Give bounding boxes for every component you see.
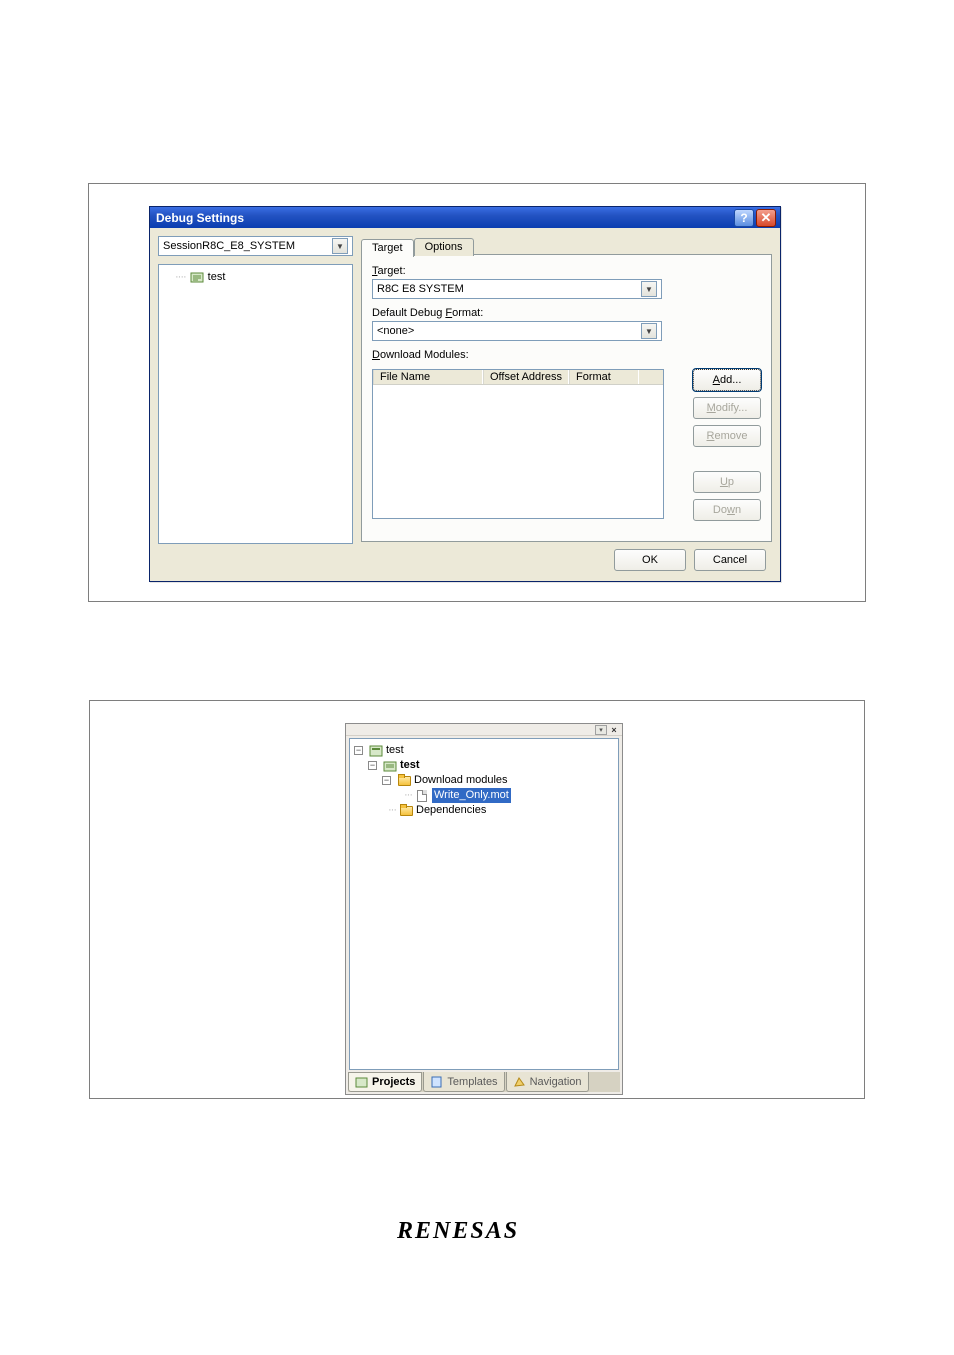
tab-projects[interactable]: Projects xyxy=(348,1072,422,1092)
dropdown-arrow-icon[interactable]: ▼ xyxy=(332,238,348,254)
workspace-icon xyxy=(369,745,383,757)
file-icon xyxy=(415,790,429,802)
target-label: Target: xyxy=(372,265,761,277)
folder-icon xyxy=(399,805,413,817)
workspace-tabs: Projects Templates Navigation xyxy=(348,1072,620,1092)
close-button[interactable]: ✕ xyxy=(756,209,776,227)
tree-download-modules[interactable]: − Download modules xyxy=(354,773,614,788)
tree-label: Download modules xyxy=(414,773,508,788)
tab-options[interactable]: Options xyxy=(414,238,474,256)
tab-target[interactable]: Target xyxy=(361,239,414,257)
modules-label: Download Modules: xyxy=(372,349,761,361)
tree-item-label: test xyxy=(208,271,226,283)
tab-templates[interactable]: Templates xyxy=(423,1072,504,1092)
tree-label: Write_Only.mot xyxy=(432,788,511,803)
workspace-tree[interactable]: − test − test − Download modules ··· xyxy=(349,738,619,1070)
dropdown-arrow-icon[interactable]: ▼ xyxy=(641,281,657,297)
modify-button[interactable]: Modify... xyxy=(693,397,761,419)
project-tree[interactable]: ···· test xyxy=(158,264,353,544)
ok-button[interactable]: OK xyxy=(614,549,686,571)
left-panel: SessionR8C_E8_SYSTEM ▼ ···· test xyxy=(158,236,353,544)
cancel-button[interactable]: Cancel xyxy=(694,549,766,571)
tree-workspace-root[interactable]: − test xyxy=(354,743,614,758)
add-button[interactable]: Add... xyxy=(693,369,761,391)
session-select-value: SessionR8C_E8_SYSTEM xyxy=(163,240,295,252)
project-icon xyxy=(383,760,397,772)
debug-settings-dialog: Debug Settings ? ✕ SessionR8C_E8_SYSTEM … xyxy=(149,206,781,582)
tree-project[interactable]: − test xyxy=(354,758,614,773)
dropdown-arrow-icon[interactable]: ▼ xyxy=(641,323,657,339)
workspace-figure: ▾ × − test − test − Download modules xyxy=(89,700,865,1099)
panel-header: ▾ × xyxy=(346,724,622,736)
tree-label: Dependencies xyxy=(416,803,486,818)
col-format[interactable]: Format xyxy=(569,370,639,384)
workspace-panel: ▾ × − test − test − Download modules xyxy=(345,723,623,1095)
window-title: Debug Settings xyxy=(156,211,732,225)
collapse-icon[interactable]: − xyxy=(382,776,391,785)
col-file-name[interactable]: File Name xyxy=(373,370,483,384)
collapse-icon[interactable]: − xyxy=(354,746,363,755)
target-tab-panel: Target: R8C E8 SYSTEM ▼ Default Debug Fo… xyxy=(361,254,772,542)
download-modules-table[interactable]: File Name Offset Address Format xyxy=(372,369,664,519)
projects-icon xyxy=(355,1076,368,1088)
tree-dependencies[interactable]: ··· Dependencies xyxy=(354,803,614,818)
panel-dropdown-icon[interactable]: ▾ xyxy=(595,725,607,735)
tree-label: test xyxy=(400,758,420,773)
tree-label: test xyxy=(386,743,404,758)
format-select[interactable]: <none> ▼ xyxy=(372,321,662,341)
session-select[interactable]: SessionR8C_E8_SYSTEM ▼ xyxy=(158,236,353,256)
col-offset[interactable]: Offset Address xyxy=(483,370,569,384)
folder-icon xyxy=(397,775,411,787)
panel-close-icon[interactable]: × xyxy=(608,725,620,735)
help-button[interactable]: ? xyxy=(734,209,754,227)
format-value: <none> xyxy=(377,325,414,337)
templates-icon xyxy=(430,1076,443,1088)
navigation-icon xyxy=(513,1076,526,1088)
format-label: Default Debug Format: xyxy=(372,307,761,319)
remove-button[interactable]: Remove xyxy=(693,425,761,447)
collapse-icon[interactable]: − xyxy=(368,761,377,770)
debug-settings-figure: Debug Settings ? ✕ SessionR8C_E8_SYSTEM … xyxy=(88,183,866,602)
renesas-logo: RENESAS xyxy=(397,1218,519,1245)
project-icon xyxy=(190,271,204,283)
target-select[interactable]: R8C E8 SYSTEM ▼ xyxy=(372,279,662,299)
target-value: R8C E8 SYSTEM xyxy=(377,283,464,295)
down-button[interactable]: Down xyxy=(693,499,761,521)
right-panel: Target Options Target: R8C E8 SYSTEM ▼ D… xyxy=(361,236,772,544)
tree-item-test[interactable]: ···· test xyxy=(163,271,348,283)
up-button[interactable]: Up xyxy=(693,471,761,493)
titlebar: Debug Settings ? ✕ xyxy=(150,207,780,228)
tab-navigation[interactable]: Navigation xyxy=(506,1072,589,1092)
tree-file-writeonly[interactable]: ··· Write_Only.mot xyxy=(354,788,614,803)
